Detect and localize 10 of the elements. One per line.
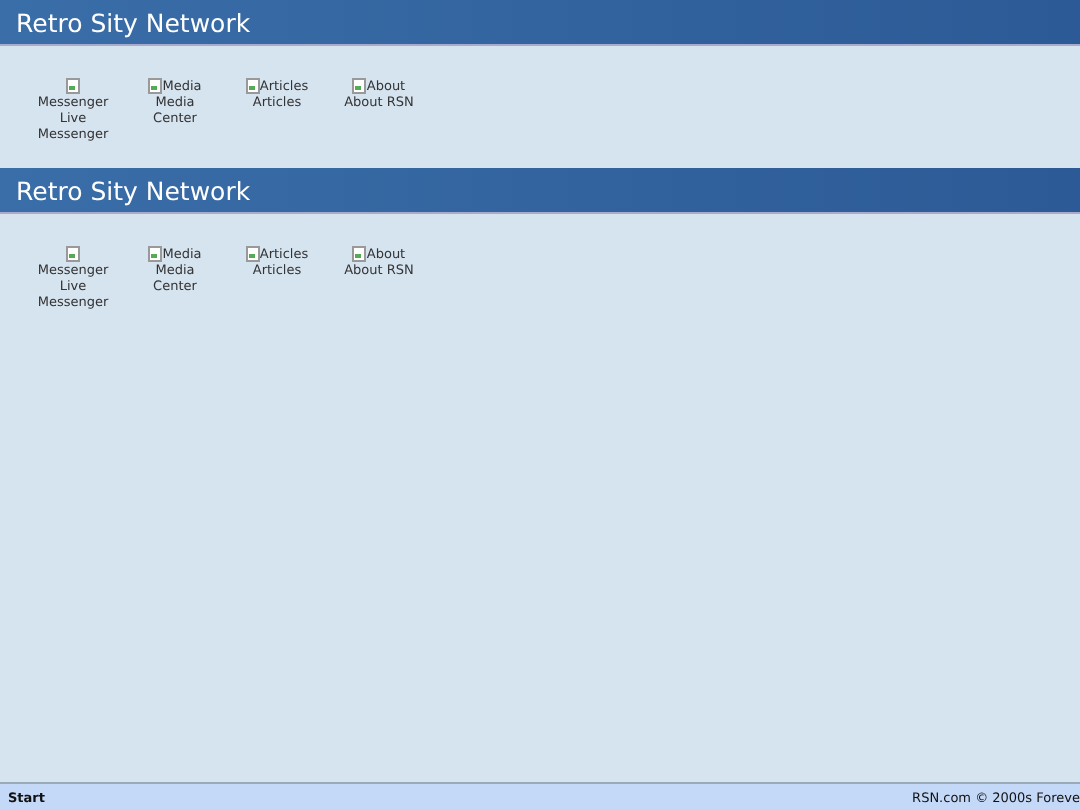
broken-image-icon xyxy=(352,78,367,94)
broken-image-icon xyxy=(352,246,367,262)
broken-image-icon xyxy=(148,246,163,262)
broken-image-icon xyxy=(66,246,80,262)
site-title: Retro Sity Network xyxy=(16,175,251,205)
site-title: Retro Sity Network xyxy=(16,7,251,37)
broken-image-icon xyxy=(245,78,260,94)
broken-image-icon xyxy=(148,78,163,94)
broken-image-icon xyxy=(245,246,260,262)
broken-image-icon xyxy=(66,78,80,94)
